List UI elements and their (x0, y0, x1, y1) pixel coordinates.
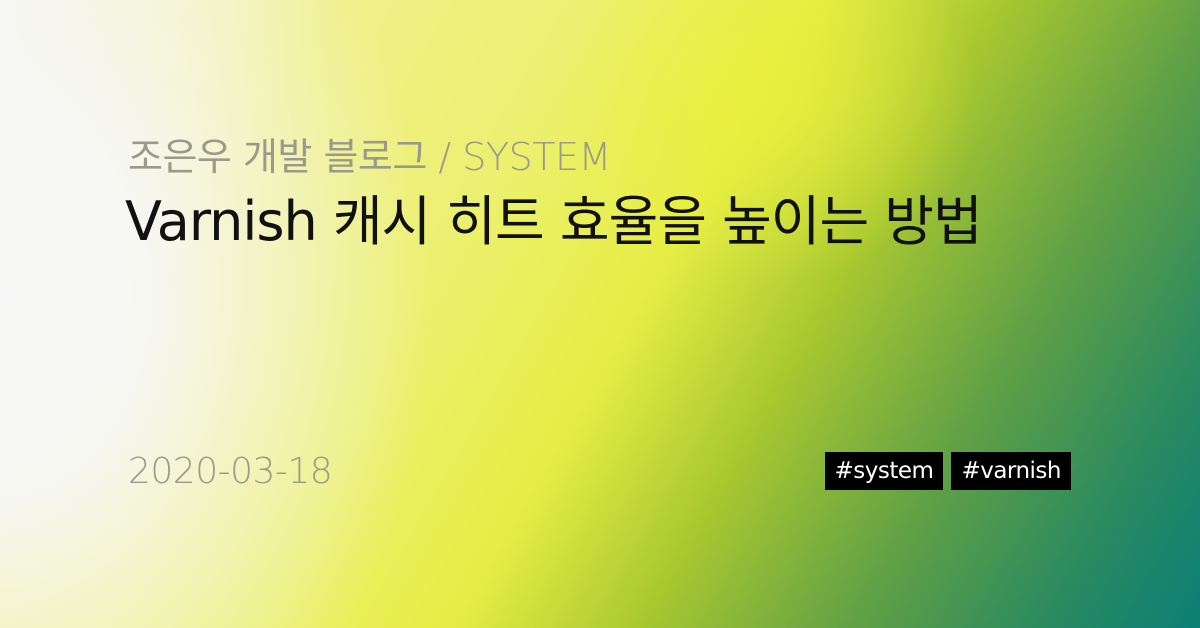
tag-system[interactable]: #system (824, 452, 944, 490)
blog-post-card: 조은우 개발 블로그 / SYSTEM Varnish 캐시 히트 효율을 높이… (0, 0, 1200, 628)
post-date: 2020-03-18 (128, 451, 333, 492)
tag-varnish[interactable]: #varnish (951, 452, 1071, 490)
tag-list: #system #varnish (824, 452, 1071, 490)
post-title: Varnish 캐시 히트 효율을 높이는 방법 (125, 190, 983, 253)
blog-category: 조은우 개발 블로그 / SYSTEM (128, 135, 611, 179)
